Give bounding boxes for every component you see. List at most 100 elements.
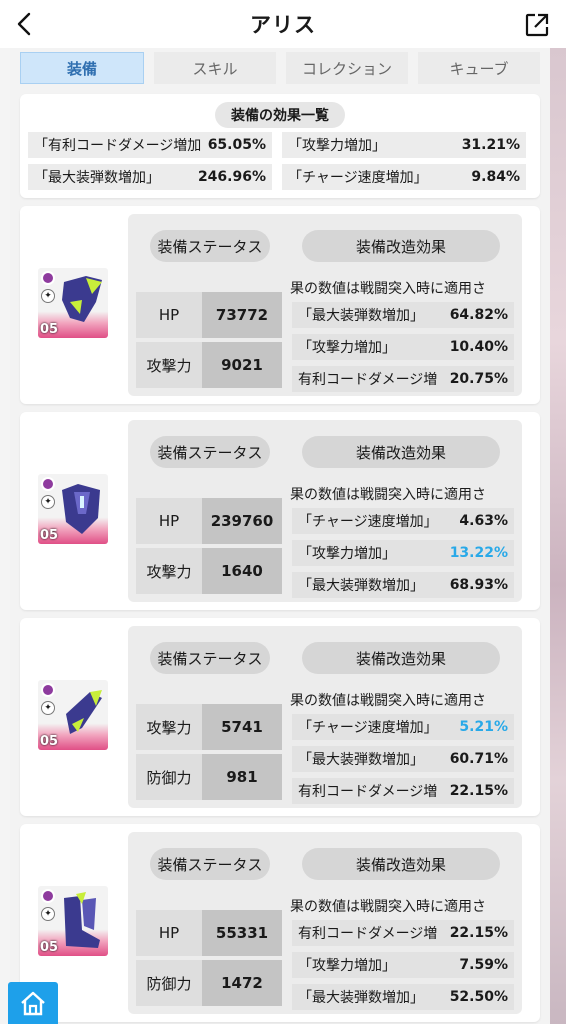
mod-effect-label: 「最大装弾数増加」	[298, 308, 424, 324]
mod-effect-row: 有利コードダメージ増 22.15%	[292, 920, 514, 946]
rarity-badge-icon	[41, 477, 55, 491]
mod-effect-row: 有利コードダメージ増 20.75%	[292, 366, 514, 392]
stat-value: 9021	[202, 342, 282, 388]
stat-value: 55331	[202, 910, 282, 956]
mod-effect-row: 有利コードダメージ増 22.15%	[292, 778, 514, 804]
equipment-details: 装備ステータス 装備改造効果 HP 73772 攻撃力 9021 果の数値は戦闘…	[128, 214, 522, 396]
mod-effect-label: 有利コードダメージ増	[298, 372, 438, 388]
summary-item: 「有利コードダメージ増加 65.05%	[28, 132, 272, 158]
equipment-level: 05	[40, 940, 59, 955]
equipment-card: ✦ 05 装備ステータス 装備改造効果 HP 73772 攻撃力 9021 果の…	[20, 206, 540, 404]
equipment-boots-icon	[64, 892, 100, 948]
stat-label: 防御力	[136, 754, 202, 800]
mod-effect-row: 「攻撃力増加」 7.59%	[292, 952, 514, 978]
mod-effect-label: 「攻撃力増加」	[298, 958, 396, 974]
stat-label: 攻撃力	[136, 342, 202, 388]
open-external-icon	[525, 13, 549, 37]
mod-effect-value: 7.59%	[459, 957, 508, 973]
mod-effect-row: 「チャージ速度増加」 5.21%	[292, 714, 514, 740]
mod-effect-label: 「チャージ速度増加」	[298, 514, 438, 530]
mod-effect-label: 「最大装弾数増加」	[298, 990, 424, 1006]
mod-effect-value: 5.21%	[459, 719, 508, 735]
stat-label: HP	[136, 498, 202, 544]
mod-effect-value: 68.93%	[449, 577, 508, 593]
mod-effect-row: 「最大装弾数増加」 64.82%	[292, 302, 514, 328]
equipment-card: ✦ 05 装備ステータス 装備改造効果 HP 55331 防御力 1472 果の…	[20, 824, 540, 1022]
content-area: 装備 スキル コレクション キューブ 装備の効果一覧 「有利コードダメージ増加 …	[10, 48, 550, 1024]
home-icon	[21, 991, 45, 1016]
right-background-strip	[550, 48, 566, 1024]
mod-effect-row: 「チャージ速度増加」 4.63%	[292, 508, 514, 534]
mod-effect-value: 22.15%	[449, 783, 508, 799]
tab-skills[interactable]: スキル	[154, 52, 276, 84]
home-button[interactable]	[8, 982, 58, 1024]
equipment-level: 05	[40, 322, 59, 337]
mod-note: 果の数値は戦闘突入時に適用さ	[290, 899, 486, 915]
summary-item: 「攻撃力増加」 31.21%	[282, 132, 526, 158]
page-title: アリス	[250, 13, 316, 37]
summary-item-value: 246.96%	[197, 169, 266, 185]
back-button[interactable]	[8, 8, 40, 40]
mod-note: 果の数値は戦闘突入時に適用さ	[290, 487, 486, 503]
equipment-details: 装備ステータス 装備改造効果 攻撃力 5741 防御力 981 果の数値は戦闘突…	[128, 626, 522, 808]
equipment-icon[interactable]: ✦ 05	[38, 268, 108, 338]
tab-bar: 装備 スキル コレクション キューブ	[20, 52, 540, 84]
mod-note: 果の数値は戦闘突入時に適用さ	[290, 281, 486, 297]
mod-effect-label: 「最大装弾数増加」	[298, 578, 424, 594]
equipment-helmet-icon	[62, 276, 102, 322]
mod-effect-value: 52.50%	[449, 989, 508, 1005]
equipment-mod-button[interactable]: 装備改造効果	[302, 848, 500, 880]
header: アリス	[0, 0, 566, 48]
chevron-left-icon	[17, 12, 31, 36]
mod-effect-value: 64.82%	[449, 307, 508, 323]
tab-equipment[interactable]: 装備	[20, 52, 144, 84]
equipment-icon[interactable]: ✦ 05	[38, 680, 108, 750]
rarity-badge-icon	[41, 889, 55, 903]
mod-effect-value: 60.71%	[449, 751, 508, 767]
equipment-mod-button[interactable]: 装備改造効果	[302, 436, 500, 468]
equipment-icon[interactable]: ✦ 05	[38, 886, 108, 956]
equipment-armor-icon	[62, 484, 100, 534]
summary-item-value: 31.21%	[461, 137, 520, 153]
summary-item-label: 「攻撃力増加」	[288, 138, 386, 154]
mod-effect-value: 4.63%	[459, 513, 508, 529]
mod-effect-row: 「攻撃力増加」 13.22%	[292, 540, 514, 566]
manufacturer-badge-icon: ✦	[41, 289, 55, 303]
equipment-status-button[interactable]: 装備ステータス	[150, 436, 270, 468]
equipment-status-button[interactable]: 装備ステータス	[150, 230, 270, 262]
summary-item-label: 「有利コードダメージ増加	[34, 138, 202, 154]
equipment-status-button[interactable]: 装備ステータス	[150, 848, 270, 880]
mod-effect-label: 「チャージ速度増加」	[298, 720, 438, 736]
stat-value: 239760	[202, 498, 282, 544]
stat-label: HP	[136, 292, 202, 338]
manufacturer-badge-icon: ✦	[41, 907, 55, 921]
equipment-effects-summary: 装備の効果一覧 「有利コードダメージ増加 65.05% 「攻撃力増加」 31.2…	[20, 94, 540, 198]
mod-effect-label: 「攻撃力増加」	[298, 546, 396, 562]
equipment-icon[interactable]: ✦ 05	[38, 474, 108, 544]
tab-cube[interactable]: キューブ	[418, 52, 540, 84]
summary-item-value: 65.05%	[207, 137, 266, 153]
equipment-gloves-icon	[66, 690, 102, 734]
summary-item-label: 「チャージ速度増加」	[288, 170, 428, 186]
equipment-level: 05	[40, 528, 59, 543]
stat-label: 攻撃力	[136, 548, 202, 594]
stat-label: 攻撃力	[136, 704, 202, 750]
mod-effect-value: 20.75%	[449, 371, 508, 387]
mod-effect-row: 「最大装弾数増加」 60.71%	[292, 746, 514, 772]
open-external-button[interactable]	[522, 10, 552, 40]
tab-collection[interactable]: コレクション	[286, 52, 408, 84]
equipment-level: 05	[40, 734, 59, 749]
mod-effect-label: 「最大装弾数増加」	[298, 752, 424, 768]
equipment-status-button[interactable]: 装備ステータス	[150, 642, 270, 674]
stat-value: 1472	[202, 960, 282, 1006]
mod-effect-label: 有利コードダメージ増	[298, 784, 438, 800]
manufacturer-badge-icon: ✦	[41, 495, 55, 509]
mod-note: 果の数値は戦闘突入時に適用さ	[290, 693, 486, 709]
equipment-mod-button[interactable]: 装備改造効果	[302, 230, 500, 262]
stat-label: 防御力	[136, 960, 202, 1006]
equipment-details: 装備ステータス 装備改造効果 HP 239760 攻撃力 1640 果の数値は戦…	[128, 420, 522, 602]
rarity-badge-icon	[41, 683, 55, 697]
equipment-card: ✦ 05 装備ステータス 装備改造効果 攻撃力 5741 防御力 981 果の数…	[20, 618, 540, 816]
mod-effect-label: 「攻撃力増加」	[298, 340, 396, 356]
equipment-mod-button[interactable]: 装備改造効果	[302, 642, 500, 674]
